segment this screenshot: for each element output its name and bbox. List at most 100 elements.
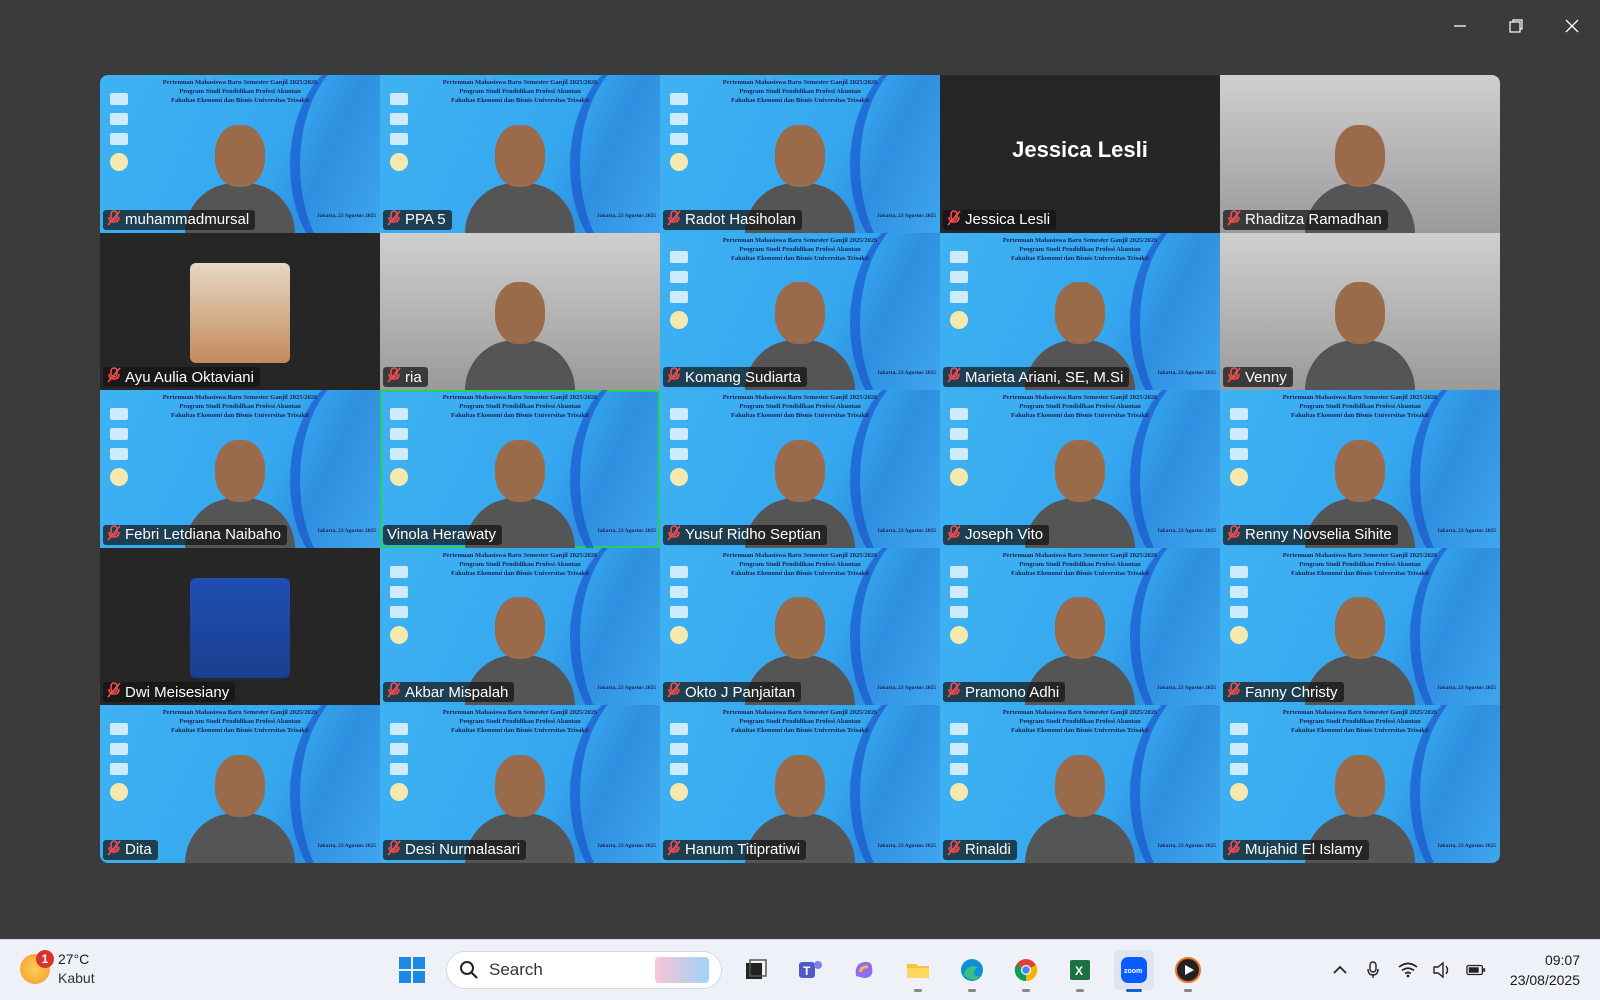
slide-heading: Pertemuan Mahasiswa Baru Semester Ganjil… [1220,551,1500,578]
participant-tile-renny-novselia-sihite[interactable]: Pertemuan Mahasiswa Baru Semester Ganjil… [1220,390,1500,548]
seal-icon [950,468,968,487]
participant-tile-joseph-vito[interactable]: Pertemuan Mahasiswa Baru Semester Ganjil… [940,390,1220,548]
windows-start-icon[interactable] [392,950,432,990]
close-icon[interactable] [1544,0,1600,52]
participant-name: Jessica Lesli [965,211,1051,229]
participant-name: Radot Hasiholan [685,211,796,229]
participant-name: Mujahid El Islamy [1245,841,1363,859]
participant-name: Febri Letdiana Naibaho [125,526,281,544]
participant-tile-hanum-titipratiwi[interactable]: Pertemuan Mahasiswa Baru Semester Ganjil… [660,705,940,863]
participant-name: Yusuf Ridho Septian [685,526,821,544]
slide-heading: Pertemuan Mahasiswa Baru Semester Ganjil… [660,393,940,420]
participant-tile-muhammadmursal[interactable]: Pertemuan Mahasiswa Baru Semester Ganjil… [100,75,380,233]
participant-name: Rinaldi [965,841,1011,859]
participant-name-tag: Renny Novselia Sihite [1223,524,1398,545]
participant-tile-akbar-mispalah[interactable]: Pertemuan Mahasiswa Baru Semester Ganjil… [380,547,660,706]
logo-icon [110,408,128,421]
svg-text:T: T [803,964,811,978]
slide-heading-line: Fakultas Ekonomi dan Bisnis Universitas … [1291,569,1429,577]
muted-mic-icon [107,367,121,387]
slide-logos [386,565,412,644]
microphone-icon[interactable] [1364,960,1384,980]
participant-tile-desi-nurmalasari[interactable]: Pertemuan Mahasiswa Baru Semester Ganjil… [380,705,660,863]
logo-icon [670,723,688,736]
slide-heading-line: Fakultas Ekonomi dan Bisnis Universitas … [731,727,869,735]
minimize-icon[interactable] [1432,0,1488,52]
slide-logos [1226,565,1252,644]
participant-tile-okto-j-panjaitan[interactable]: Pertemuan Mahasiswa Baru Semester Ganjil… [660,547,940,706]
slide-heading: Pertemuan Mahasiswa Baru Semester Ganjil… [100,78,380,105]
slide-heading-line: Program Studi Pendidikan Profesi Akuntan [179,88,301,95]
participant-tile-rinaldi[interactable]: Pertemuan Mahasiswa Baru Semester Ganjil… [940,705,1220,863]
slide-heading-line: Program Studi Pendidikan Profesi Akuntan [459,718,581,726]
slide-heading-line: Program Studi Pendidikan Profesi Akuntan [1299,403,1421,411]
participant-tile-dwi-meisesiany[interactable]: Dwi Meisesiany [100,547,380,706]
file-explorer-icon[interactable] [898,950,938,992]
weather-widget[interactable]: 1 27°C Kabut [20,950,95,988]
participant-tile-mujahid-el-islamy[interactable]: Pertemuan Mahasiswa Baru Semester Ganjil… [1220,705,1500,863]
slide-heading-line: Fakultas Ekonomi dan Bisnis Universitas … [731,254,869,262]
slide-footer: Jakarta, 23 Agustus 2025 [317,212,376,219]
participant-tile-febri-letdiana-naibaho[interactable]: Pertemuan Mahasiswa Baru Semester Ganjil… [100,390,380,548]
participant-tile-marieta-ariani-se-m-si[interactable]: Pertemuan Mahasiswa Baru Semester Ganjil… [940,232,1220,391]
slide-heading-line: Program Studi Pendidikan Profesi Akuntan [739,560,861,568]
participant-tile-ria[interactable]: ria [380,232,660,391]
media-player-icon[interactable] [1168,950,1208,992]
slide-heading-line: Fakultas Ekonomi dan Bisnis Universitas … [731,97,869,104]
clock[interactable]: 09:07 23/08/2025 [1510,950,1580,990]
volume-icon[interactable] [1432,960,1452,980]
participant-name-tag: Desi Nurmalasari [383,839,527,860]
seal-icon [1230,468,1248,487]
participant-tile-venny[interactable]: Venny [1220,232,1500,391]
seal-icon [950,625,968,644]
slide-heading: Pertemuan Mahasiswa Baru Semester Ganjil… [940,551,1220,578]
logo-icon [670,290,688,303]
participant-tile-komang-sudiarta[interactable]: Pertemuan Mahasiswa Baru Semester Ganjil… [660,232,940,391]
participant-tile-pramono-adhi[interactable]: Pertemuan Mahasiswa Baru Semester Ganjil… [940,547,1220,706]
logo-icon [390,113,408,125]
edge-icon[interactable] [952,950,992,992]
slide-logos [386,723,412,802]
participant-tile-vinola-herawaty[interactable]: Pertemuan Mahasiswa Baru Semester Ganjil… [380,390,660,548]
teams-icon[interactable]: T [790,950,830,990]
participant-tile-fanny-christy[interactable]: Pertemuan Mahasiswa Baru Semester Ganjil… [1220,547,1500,706]
slide-logos [106,723,132,802]
logo-icon [1230,585,1248,598]
battery-icon[interactable] [1466,960,1486,980]
slide-logos [666,723,692,802]
participant-name: Akbar Mispalah [405,683,509,701]
participant-tile-ayu-aulia-oktaviani[interactable]: Ayu Aulia Oktaviani [100,232,380,391]
slide-heading-line: Fakultas Ekonomi dan Bisnis Universitas … [171,727,309,735]
participant-tile-rhaditza-ramadhan[interactable]: Rhaditza Ramadhan [1220,75,1500,233]
muted-mic-icon [667,682,681,702]
muted-mic-icon [1227,367,1241,387]
participant-name: Rhaditza Ramadhan [1245,211,1382,229]
slide-heading-line: Pertemuan Mahasiswa Baru Semester Ganjil… [1002,551,1158,559]
participant-tile-jessica-lesli[interactable]: Jessica Lesli Jessica Lesli [940,75,1220,233]
slide-heading-line: Pertemuan Mahasiswa Baru Semester Ganjil… [162,79,318,86]
participant-tile-ppa-5[interactable]: Pertemuan Mahasiswa Baru Semester Ganjil… [380,75,660,233]
logo-icon [110,113,128,125]
seal-icon [110,783,128,802]
slide-heading-line: Fakultas Ekonomi dan Bisnis Universitas … [1011,569,1149,577]
participant-name: Dwi Meisesiany [125,683,230,701]
participant-name-tag: Dwi Meisesiany [103,682,236,703]
excel-icon[interactable]: X [1060,950,1100,992]
muted-mic-icon [387,209,401,230]
restore-icon[interactable] [1488,0,1544,52]
seal-icon [950,310,968,329]
participant-tile-radot-hasiholan[interactable]: Pertemuan Mahasiswa Baru Semester Ganjil… [660,75,940,233]
wifi-icon[interactable] [1398,960,1418,980]
taskbar-search-box[interactable]: Search [446,951,722,989]
participant-tile-yusuf-ridho-septian[interactable]: Pertemuan Mahasiswa Baru Semester Ganjil… [660,390,940,548]
muted-mic-icon [947,840,961,860]
copilot-icon[interactable] [844,950,884,990]
task-view-icon[interactable] [736,950,776,990]
chrome-icon[interactable] [1006,950,1046,992]
zoom-icon[interactable]: zoom [1114,950,1154,992]
logo-icon [390,448,408,461]
participant-tile-dita[interactable]: Pertemuan Mahasiswa Baru Semester Ganjil… [100,705,380,863]
participant-name: Desi Nurmalasari [405,841,521,859]
chevron-up-icon[interactable] [1330,960,1350,980]
logo-icon [110,93,128,105]
